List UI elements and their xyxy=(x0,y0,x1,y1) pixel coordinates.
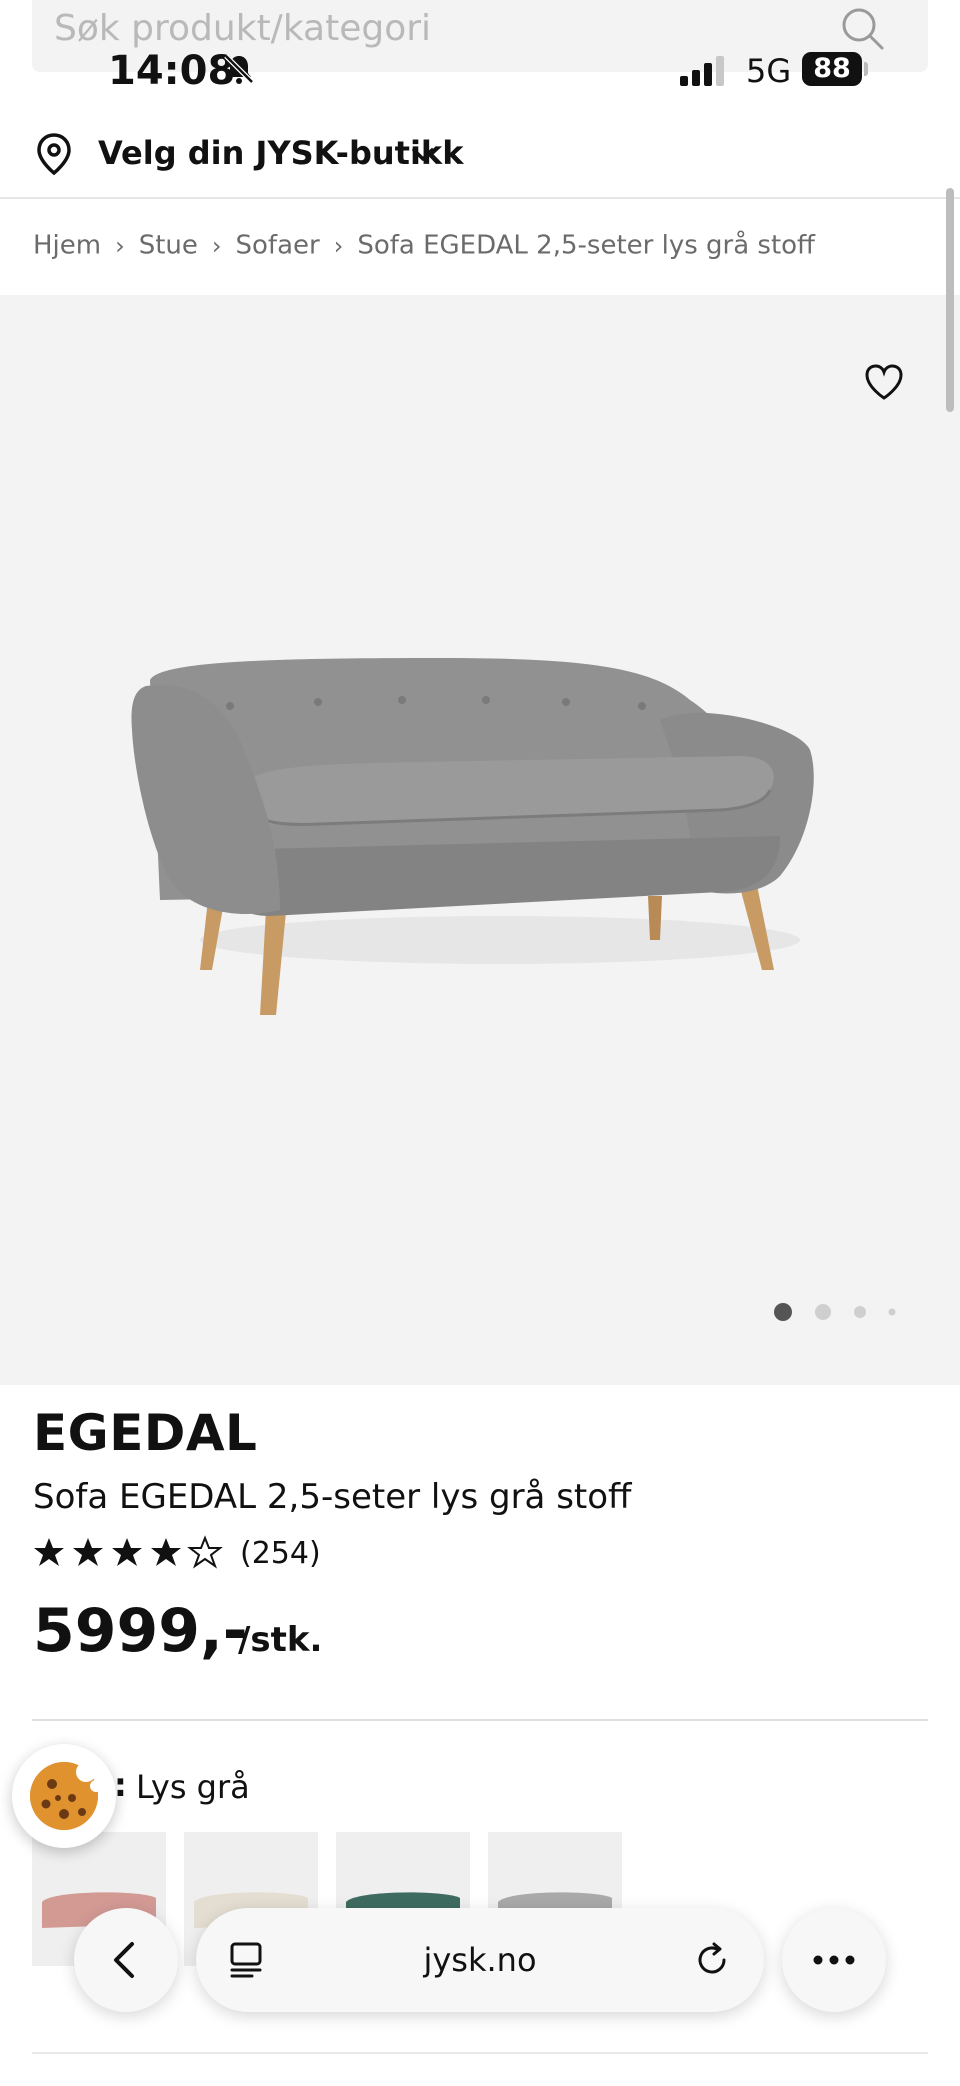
product-price: 5999,- xyxy=(33,1596,248,1666)
bottom-divider xyxy=(32,2052,928,2054)
review-count[interactable]: (254) xyxy=(240,1536,321,1571)
reload-icon[interactable] xyxy=(692,1940,732,1980)
selected-color-label: Lys grå xyxy=(136,1768,250,1806)
browser-url: jysk.no xyxy=(423,1941,537,1979)
network-type: 5G xyxy=(746,52,792,90)
breadcrumb-item[interactable]: Hjem xyxy=(33,231,101,261)
scrollbar[interactable] xyxy=(946,188,954,412)
location-pin-icon xyxy=(37,133,71,176)
battery-indicator: 88 xyxy=(802,52,862,86)
gallery-dots[interactable] xyxy=(772,1300,912,1324)
sofa-product-image xyxy=(131,658,814,1015)
cookie-settings-button[interactable] xyxy=(12,1744,116,1848)
rating-stars-icon[interactable] xyxy=(33,1534,233,1574)
section-divider xyxy=(32,1719,928,1721)
browser-more-button[interactable] xyxy=(782,1908,886,2012)
chevron-left-icon xyxy=(114,1942,134,1978)
search-icon[interactable] xyxy=(838,4,886,52)
cookie-icon xyxy=(30,1762,102,1830)
breadcrumb: Hjem › Stue › Sofaer › Sofa EGEDAL 2,5-seter l… xyxy=(33,230,815,261)
bell-muted-icon xyxy=(224,54,254,84)
browser-address-bar[interactable]: jysk.no xyxy=(196,1908,764,2012)
search-placeholder: Søk produkt/kategori xyxy=(54,8,432,49)
heart-icon[interactable] xyxy=(862,360,906,404)
chevron-down-icon xyxy=(412,148,434,161)
status-time: 14:08 xyxy=(108,48,236,94)
signal-icon xyxy=(680,56,724,86)
breadcrumb-item[interactable]: Sofaer xyxy=(236,231,320,261)
header-divider xyxy=(0,197,960,199)
breadcrumb-separator-icon: › xyxy=(211,231,222,260)
product-name: Sofa EGEDAL 2,5-seter lys grå stoff xyxy=(33,1477,632,1517)
more-dots-icon xyxy=(813,1955,855,1965)
product-brand: EGEDAL xyxy=(33,1404,258,1462)
breadcrumb-item[interactable]: Stue xyxy=(139,231,198,261)
price-unit: /stk. xyxy=(238,1620,323,1660)
breadcrumb-separator-icon: › xyxy=(115,231,125,260)
battery-tip xyxy=(864,62,868,76)
browser-back-button[interactable] xyxy=(74,1908,178,2012)
breadcrumb-separator-icon: › xyxy=(333,231,344,260)
breadcrumb-item-current: Sofa EGEDAL 2,5-seter lys grå stoff xyxy=(357,230,815,261)
store-selector[interactable]: Velg din JYSK-butikk xyxy=(0,118,960,198)
